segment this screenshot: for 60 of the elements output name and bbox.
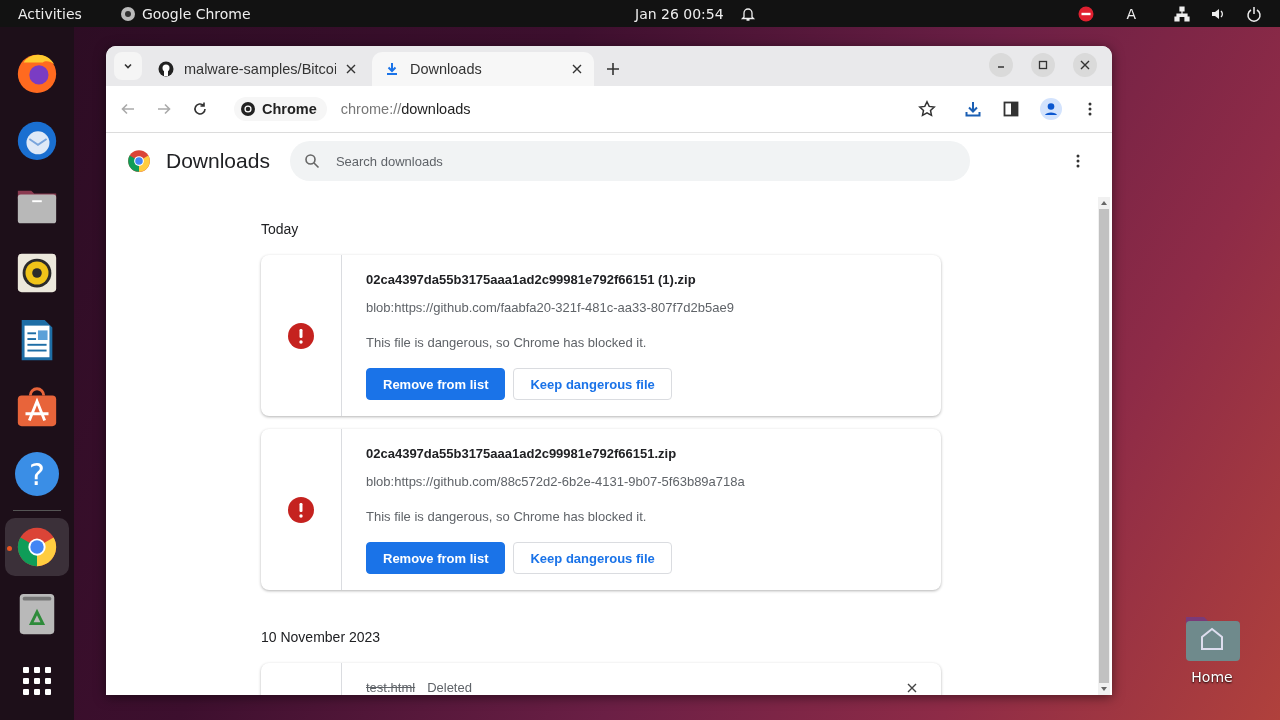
close-button[interactable] [1073, 53, 1097, 77]
page-title: Downloads [166, 149, 270, 173]
bell-icon[interactable] [739, 5, 756, 22]
app-name: Google Chrome [141, 5, 251, 22]
new-tab-icon[interactable] [606, 62, 620, 76]
scroll-down-icon[interactable] [1100, 685, 1108, 693]
star-icon[interactable] [918, 100, 936, 118]
home-folder[interactable]: Home [1179, 613, 1245, 685]
url-text: chrome://downloads [340, 101, 471, 117]
reload-icon[interactable] [192, 101, 208, 117]
activities-button[interactable]: Activities [18, 5, 82, 22]
clock[interactable]: Jan 26 00:54 [635, 5, 724, 22]
search-field[interactable]: Search downloads [289, 141, 970, 181]
power-icon[interactable] [1246, 5, 1262, 22]
file-name: 02ca4397da55b3175aaa1ad2c99981e792f66151 (1).zip [366, 272, 697, 287]
remove-button[interactable]: Remove from list [366, 542, 506, 574]
file-status: Deleted [427, 680, 472, 695]
remove-button[interactable]: Remove from list [366, 368, 506, 400]
scroll-up-icon[interactable] [1100, 199, 1108, 207]
close-icon [1080, 60, 1090, 70]
dock-item[interactable] [5, 518, 69, 576]
browser-tab[interactable]: Downloads [372, 52, 594, 86]
home-label: Home [1191, 669, 1233, 685]
keep-button[interactable]: Keep dangerous file [513, 368, 672, 400]
chrome-logo [126, 148, 152, 174]
help-icon: ? [15, 452, 59, 496]
close-icon[interactable] [346, 64, 356, 74]
close-icon[interactable] [907, 682, 917, 693]
tab-title: malware-samples/Bitcoi [184, 61, 336, 77]
download-icon [384, 61, 400, 77]
network-icon[interactable] [1174, 5, 1190, 22]
download-icon[interactable] [964, 100, 982, 118]
date-heading: Today [261, 220, 300, 239]
keyboard-layout[interactable]: A [1126, 5, 1136, 22]
close-icon[interactable] [572, 64, 582, 74]
keep-button[interactable]: Keep dangerous file [513, 542, 672, 574]
warning-icon [288, 496, 314, 523]
browser-tab[interactable]: malware-samples/Bitcoi [146, 52, 368, 86]
app-grid-icon [21, 665, 53, 697]
do-not-disturb-icon[interactable] [1078, 5, 1095, 22]
warning-icon [288, 322, 314, 349]
scrollbar[interactable] [1098, 197, 1110, 695]
danger-message: This file is dangerous, so Chrome has blocked it. [366, 509, 648, 524]
danger-message: This file is dangerous, so Chrome has blocked it. [366, 335, 648, 350]
running-indicator [7, 546, 12, 551]
file-url[interactable]: blob:https://github.com/88c572d2-6b2e-4131-9b07-5f63b89a718a [366, 474, 917, 489]
maximize-icon [1038, 60, 1048, 70]
github-icon [158, 61, 174, 77]
maximize-button[interactable] [1031, 53, 1055, 77]
profile-icon[interactable] [1040, 98, 1062, 120]
chrome-icon [240, 101, 256, 117]
chrome-icon [119, 5, 136, 22]
file-url[interactable]: blob:https://github.com/faabfa20-321f-481c-aa33-807f7d2b5ae9 [366, 300, 917, 315]
tab-title: Downloads [410, 61, 483, 77]
file-name: 02ca4397da55b3175aaa1ad2c99981e792f66151.zip [366, 446, 678, 461]
date-heading: 10 November 2023 [261, 628, 382, 647]
site-chip[interactable]: Chrome [234, 97, 327, 121]
dock-item[interactable]: ? [5, 445, 69, 503]
file-name: test.html [366, 680, 416, 695]
side-panel-icon[interactable] [1002, 100, 1020, 118]
